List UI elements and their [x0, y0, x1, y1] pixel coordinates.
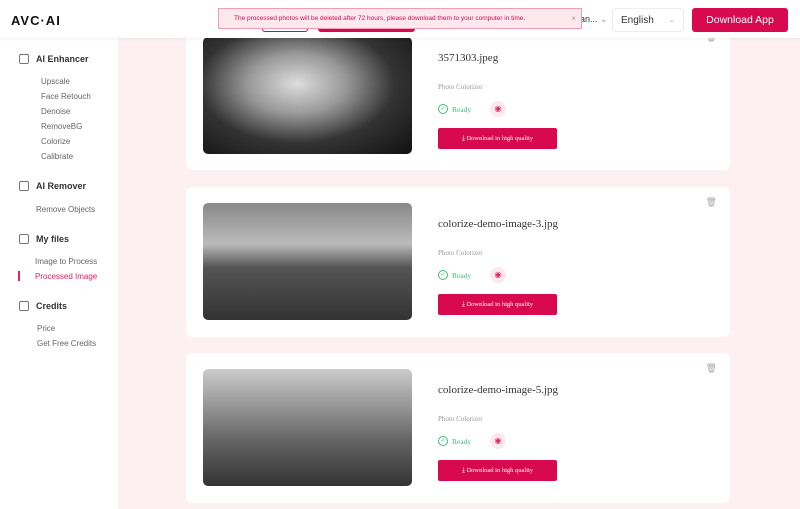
section-credits: Credits: [19, 301, 67, 311]
sidebar-item-face-retouch[interactable]: Face Retouch: [41, 92, 91, 101]
chevron-down-icon: ⌄: [600, 14, 608, 24]
section-my-files: My files: [19, 234, 69, 244]
image-icon: [19, 54, 29, 64]
status-badge: ✓ Ready: [438, 104, 471, 114]
chevron-down-icon: ⌄: [668, 15, 675, 24]
status-text: Ready: [452, 436, 472, 446]
file-thumbnail: [203, 369, 412, 486]
trash-icon[interactable]: 🗑: [706, 363, 717, 374]
file-icon: [19, 234, 29, 244]
file-thumbnail: [203, 37, 412, 154]
check-circle-icon: ✓: [438, 270, 448, 280]
sidebar-item-get-free-credits[interactable]: Get Free Credits: [37, 339, 96, 348]
file-name: colorize-demo-image-3.jpg: [438, 218, 559, 230]
check-circle-icon: ✓: [438, 104, 448, 114]
sidebar-item-processed-image[interactable]: Processed Image: [35, 272, 97, 281]
status-text: Ready: [452, 104, 472, 114]
section-title: AI Remover: [36, 181, 87, 191]
download-icon: ⤓: [461, 135, 465, 142]
edit-icon: [19, 181, 29, 191]
file-tool: Photo Colorizer: [438, 249, 483, 257]
preview-eye-icon[interactable]: ◉: [490, 101, 506, 117]
wallet-icon: [19, 301, 29, 311]
file-name: colorize-demo-image-5.jpg: [438, 384, 559, 396]
button-label: Download in high quality: [466, 467, 534, 474]
file-card: 🗑 colorize-demo-image-3.jpg Photo Colori…: [186, 187, 730, 337]
logo[interactable]: AVC·AI: [11, 13, 61, 28]
sidebar-item-denoise[interactable]: Denoise: [41, 107, 70, 116]
language-value: English: [621, 15, 654, 26]
download-app-button[interactable]: Download App: [692, 8, 788, 32]
download-high-quality-button[interactable]: ⤓ Download in high quality: [438, 460, 557, 481]
file-name: 3571303.jpeg: [438, 52, 499, 64]
sidebar-item-price[interactable]: Price: [37, 324, 55, 333]
section-ai-remover: AI Remover: [19, 181, 86, 191]
sidebar-item-removebg[interactable]: RemoveBG: [41, 122, 82, 131]
button-label: Download in high quality: [466, 301, 534, 308]
language-select[interactable]: English ⌄: [612, 8, 684, 32]
sidebar-item-remove-objects[interactable]: Remove Objects: [36, 205, 95, 214]
button-label: Download in high quality: [466, 135, 534, 142]
trash-icon[interactable]: 🗑: [706, 197, 717, 208]
section-ai-enhancer: AI Enhancer: [19, 54, 89, 64]
sidebar-item-image-to-process[interactable]: Image to Process: [35, 257, 97, 266]
status-text: Ready: [452, 270, 472, 280]
preview-eye-icon[interactable]: ◉: [490, 433, 506, 449]
status-badge: ✓ Ready: [438, 270, 471, 280]
section-title: AI Enhancer: [36, 54, 89, 64]
download-icon: ⤓: [461, 301, 465, 308]
status-badge: ✓ Ready: [438, 436, 471, 446]
sidebar: AI Enhancer Upscale Face Retouch Denoise…: [0, 38, 118, 509]
notification-toast: The processed photos will be deleted aft…: [218, 8, 582, 29]
preview-eye-icon[interactable]: ◉: [490, 267, 506, 283]
file-tool: Photo Colorizer: [438, 415, 483, 423]
sidebar-item-calibrate[interactable]: Calibrate: [41, 152, 73, 161]
download-icon: ⤓: [461, 467, 465, 474]
sidebar-item-upscale[interactable]: Upscale: [41, 77, 70, 86]
close-icon[interactable]: ×: [571, 9, 576, 28]
file-thumbnail: [203, 203, 412, 320]
active-indicator: [18, 271, 20, 281]
download-high-quality-button[interactable]: ⤓ Download in high quality: [438, 128, 557, 149]
file-card: 🗑 3571303.jpeg Photo Colorizer ✓Ready ◉ …: [186, 20, 730, 170]
download-high-quality-button[interactable]: ⤓ Download in high quality: [438, 294, 557, 315]
section-title: Credits: [36, 301, 68, 311]
account-menu[interactable]: an... ⌄: [580, 14, 608, 25]
file-tool: Photo Colorizer: [438, 83, 483, 91]
section-title: My files: [36, 234, 70, 244]
sidebar-item-colorize[interactable]: Colorize: [41, 137, 70, 146]
check-circle-icon: ✓: [438, 436, 448, 446]
account-menu-label: an...: [580, 14, 598, 24]
toast-message: The processed photos will be deleted aft…: [234, 15, 526, 22]
file-card: 🗑 colorize-demo-image-5.jpg Photo Colori…: [186, 353, 730, 503]
